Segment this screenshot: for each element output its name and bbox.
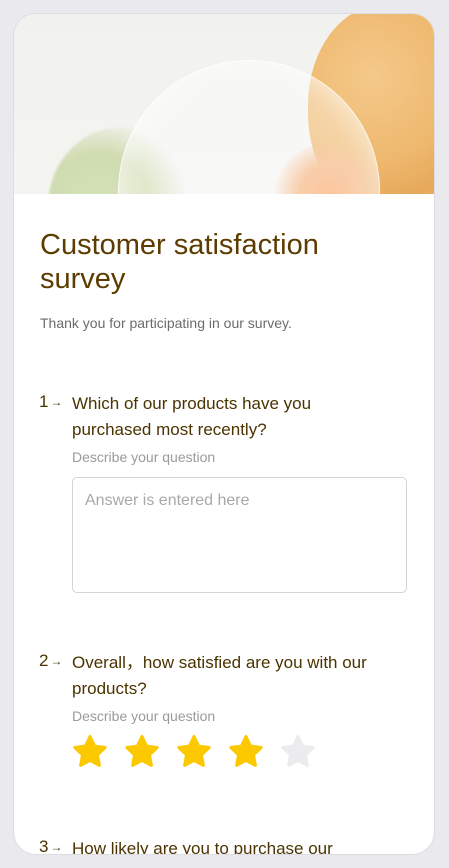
arrow-right-icon: →: [50, 654, 63, 668]
survey-screen: Customer satisfaction survey Thank you f…: [14, 14, 434, 854]
star-rating[interactable]: [72, 734, 316, 770]
question-number: 2: [39, 651, 49, 670]
survey-subtitle: Thank you for participating in our surve…: [40, 315, 292, 331]
star-filled-icon[interactable]: [124, 734, 160, 770]
answer-placeholder: Answer is entered here: [85, 492, 250, 509]
question-2-description: Describe your question: [72, 708, 216, 724]
star-filled-icon[interactable]: [72, 734, 108, 770]
question-1-number: 1 →: [39, 392, 62, 412]
survey-title: Customer satisfaction survey: [40, 229, 319, 295]
question-1-answer-input[interactable]: Answer is entered here: [72, 477, 407, 593]
star-empty-icon[interactable]: [280, 734, 316, 770]
question-2-text: Overall，how satisfied are you with our p…: [72, 653, 367, 698]
question-1-text: Which of our products have you purchased…: [72, 394, 312, 439]
question-number: 3: [39, 837, 49, 854]
star-filled-icon[interactable]: [176, 734, 212, 770]
question-3-number: 3 →: [39, 837, 62, 854]
question-3-text: How likely are you to purchase our: [72, 839, 333, 854]
arrow-right-icon: →: [50, 395, 63, 409]
question-number: 1: [39, 392, 49, 411]
star-filled-icon[interactable]: [228, 734, 264, 770]
hero-banner: [14, 14, 434, 194]
question-1-description: Describe your question: [72, 449, 216, 465]
arrow-right-icon: →: [50, 840, 63, 854]
question-2-number: 2 →: [39, 651, 62, 671]
